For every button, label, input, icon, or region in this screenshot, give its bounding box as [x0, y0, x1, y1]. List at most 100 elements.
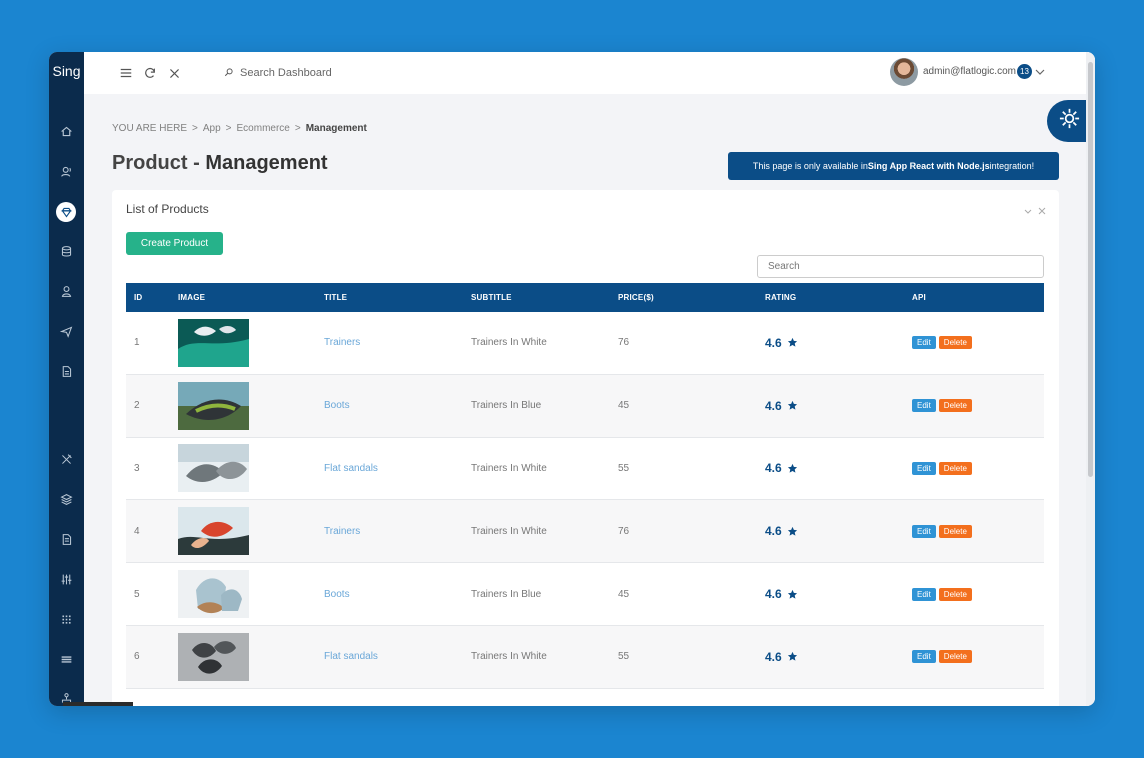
banner-bold: Sing App React with Node.js	[867, 161, 990, 171]
product-title-link[interactable]: Boots	[316, 400, 463, 411]
product-image	[178, 632, 249, 681]
product-id: 5	[134, 588, 140, 600]
star-icon	[787, 463, 797, 473]
api-actions: Edit Delete	[904, 524, 1044, 538]
table-row: 4 Trainers Trainers In White 76 4.6 Edit…	[126, 500, 1044, 564]
dashboard-search[interactable]: Search Dashboard	[224, 64, 332, 82]
rating-value: 4.6	[765, 649, 782, 664]
document-icon[interactable]	[57, 362, 75, 380]
search-placeholder[interactable]: Search Dashboard	[240, 67, 332, 79]
edit-button[interactable]: Edit	[912, 524, 936, 538]
chevron-down-icon[interactable]	[1035, 65, 1045, 77]
edit-button[interactable]: Edit	[912, 650, 936, 664]
rating-value: 4.6	[765, 335, 782, 350]
api-actions: Edit Delete	[904, 336, 1044, 350]
product-rating: 4.6	[757, 650, 904, 664]
database-icon[interactable]	[57, 242, 75, 260]
search-icon	[224, 67, 234, 80]
app-window: Sing Search Dashboard admin@flatlogic.co…	[49, 52, 1095, 706]
edit-button[interactable]: Edit	[912, 336, 936, 350]
product-title-link[interactable]: Flat sandals	[316, 463, 463, 474]
header-id[interactable]: ID	[126, 293, 170, 302]
banner-suffix: integration!	[989, 161, 1035, 171]
edit-button[interactable]: Edit	[912, 399, 936, 413]
panel-title: List of Products	[126, 202, 209, 216]
page-scrollbar[interactable]	[1086, 52, 1095, 706]
collapse-icon[interactable]	[1024, 202, 1032, 214]
sliders-icon[interactable]	[57, 570, 75, 588]
send-icon[interactable]	[57, 322, 75, 340]
breadcrumb-current: Management	[305, 123, 367, 134]
stack-icon[interactable]	[57, 650, 75, 668]
table-row: 5 Boots Trainers In Blue 45 4.6 Edit Dele…	[126, 563, 1044, 626]
delete-button[interactable]: Delete	[938, 524, 972, 538]
person-icon[interactable]	[57, 282, 75, 300]
product-search-input[interactable]	[757, 255, 1044, 278]
delete-button[interactable]: Delete	[938, 399, 972, 413]
refresh-icon[interactable]	[142, 65, 158, 81]
header-title[interactable]: TITLE	[316, 293, 463, 302]
layers-icon[interactable]	[57, 490, 75, 508]
breadcrumb-prefix: YOU ARE HERE	[112, 123, 188, 134]
star-icon	[787, 652, 797, 661]
diamond-icon[interactable]	[56, 202, 76, 222]
product-rating: 4.6	[757, 461, 904, 475]
user-voice-icon[interactable]	[57, 162, 75, 180]
tools-icon[interactable]	[57, 450, 75, 468]
header-image[interactable]: IMAGE	[170, 293, 316, 302]
delete-button[interactable]: Delete	[938, 461, 972, 475]
notification-badge[interactable]: 13	[1017, 64, 1032, 79]
user-avatar[interactable]	[890, 58, 918, 86]
product-image	[178, 444, 249, 493]
product-id: 6	[134, 651, 140, 663]
close-panel-icon[interactable]	[1038, 202, 1046, 215]
api-actions: Edit Delete	[904, 587, 1044, 601]
products-table: ID IMAGE TITLE SUBTITLE PRICE($) RATING …	[126, 283, 1044, 689]
brand-logo[interactable]: Sing	[49, 63, 84, 79]
breadcrumb-ecommerce[interactable]: Ecommerce	[237, 123, 290, 134]
menu-icon[interactable]	[118, 65, 134, 81]
user-email[interactable]: admin@flatlogic.com	[923, 66, 1016, 77]
product-subtitle: Trainers In White	[471, 525, 547, 537]
breadcrumb-separator: >	[225, 123, 232, 134]
product-price: 45	[618, 400, 630, 412]
home-icon[interactable]	[57, 122, 75, 140]
product-title-link[interactable]: Trainers	[316, 337, 463, 348]
product-subtitle: Trainers In Blue	[471, 588, 542, 600]
product-title-link[interactable]: Flat sandals	[316, 651, 463, 662]
delete-button[interactable]: Delete	[938, 336, 972, 350]
edit-button[interactable]: Edit	[912, 587, 936, 601]
edit-button[interactable]: Edit	[912, 461, 936, 475]
close-icon[interactable]	[166, 65, 182, 81]
product-rating: 4.6	[757, 336, 904, 350]
header-subtitle[interactable]: SUBTITLE	[463, 293, 610, 302]
rating-value: 4.6	[765, 461, 782, 476]
grid-icon[interactable]	[57, 610, 75, 628]
delete-button[interactable]: Delete	[938, 587, 972, 601]
rating-value: 4.6	[765, 524, 782, 539]
product-subtitle: Trainers In White	[471, 462, 547, 474]
delete-button[interactable]: Delete	[938, 650, 972, 664]
create-product-button[interactable]: Create Product	[126, 232, 223, 255]
product-image	[178, 570, 249, 619]
table-row: 2 Boots Trainers In Blue 45 4.6 Edit Dele…	[126, 374, 1044, 438]
product-rating: 4.6	[757, 587, 904, 601]
product-id: 2	[134, 400, 140, 412]
file-icon[interactable]	[57, 530, 75, 548]
header-rating[interactable]: RATING	[757, 293, 904, 302]
star-icon	[787, 589, 797, 599]
rating-value: 4.6	[765, 398, 782, 413]
product-price: 76	[618, 337, 630, 349]
sidebar: Sing	[49, 52, 84, 706]
header-price[interactable]: PRICE($)	[610, 293, 757, 302]
api-actions: Edit Delete	[904, 461, 1044, 475]
breadcrumb-separator: >	[192, 123, 198, 134]
breadcrumb-app[interactable]: App	[203, 123, 221, 134]
product-title-link[interactable]: Boots	[316, 589, 463, 600]
product-image	[178, 381, 249, 430]
scroll-thumb[interactable]	[1088, 62, 1093, 477]
table-header: ID IMAGE TITLE SUBTITLE PRICE($) RATING …	[126, 283, 1044, 312]
product-id: 1	[134, 337, 140, 349]
product-title-link[interactable]: Trainers	[316, 526, 463, 537]
breadcrumb: YOU ARE HERE > App > Ecommerce > Managem…	[112, 123, 367, 134]
